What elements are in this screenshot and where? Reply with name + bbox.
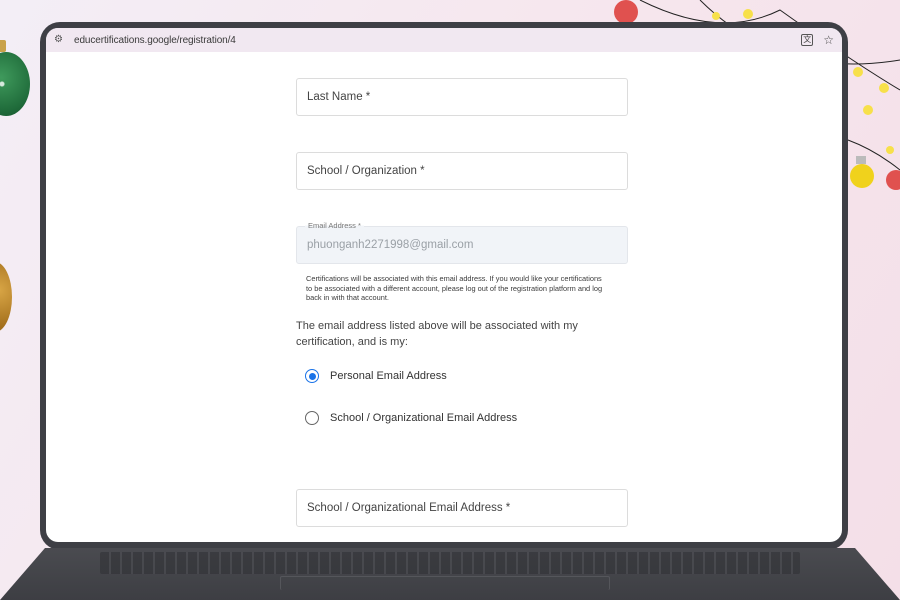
trackpad: [280, 576, 610, 590]
last-name-field[interactable]: Last Name *: [296, 78, 628, 116]
school-email-field[interactable]: School / Organizational Email Address *: [296, 489, 628, 527]
email-address-field: Email Address * phuonganh2271998@gmail.c…: [296, 221, 628, 264]
radio-button-unselected[interactable]: [305, 411, 319, 425]
radio-button-selected[interactable]: [305, 369, 319, 383]
radio-school-label: School / Organizational Email Address: [330, 412, 518, 424]
radio-school-email[interactable]: School / Organizational Email Address: [305, 411, 517, 425]
browser-screen: ⚙ educertifications.google/registration/…: [46, 28, 842, 542]
translate-icon[interactable]: 文: [801, 34, 814, 46]
address-bar[interactable]: ⚙ educertifications.google/registration/…: [46, 28, 842, 52]
email-type-question: The email address listed above will be a…: [296, 320, 578, 348]
radio-personal-email[interactable]: Personal Email Address: [305, 369, 447, 383]
star-icon[interactable]: ☆: [823, 34, 834, 46]
school-email-placeholder: School / Organizational Email Address *: [307, 502, 511, 514]
keyboard: [100, 552, 800, 574]
school-organization-placeholder: School / Organization *: [307, 165, 425, 177]
email-address-value: phuonganh2271998@gmail.com: [307, 239, 474, 251]
radio-personal-label: Personal Email Address: [330, 370, 447, 382]
tune-icon[interactable]: ⚙: [54, 34, 66, 46]
school-organization-field[interactable]: School / Organization *: [296, 152, 628, 190]
email-helper-text: Certifications will be associated with t…: [306, 274, 603, 302]
last-name-placeholder: Last Name *: [307, 91, 371, 103]
email-address-label: Email Address *: [305, 221, 364, 230]
url-text[interactable]: educertifications.google/registration/4: [74, 35, 793, 46]
